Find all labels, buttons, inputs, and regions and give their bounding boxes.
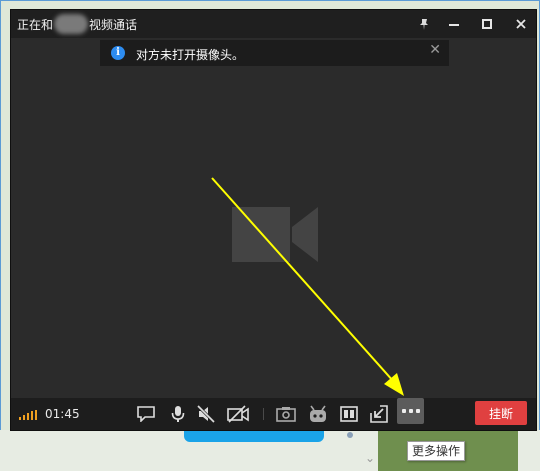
notification-close-button[interactable]: ✕ (429, 42, 441, 58)
chat-icon (137, 406, 155, 422)
signal-strength-icon (19, 410, 39, 420)
pin-button[interactable] (411, 12, 437, 36)
layout-button[interactable] (338, 403, 360, 425)
close-button[interactable] (508, 12, 534, 36)
info-icon: i (111, 46, 125, 60)
background-chevron-icon: ⌄ (365, 451, 376, 465)
call-toolbar: 01:45 挂断 (11, 398, 536, 430)
microphone-icon (171, 406, 185, 422)
toolbar-divider (263, 408, 264, 420)
call-duration: 01:45 (45, 407, 80, 421)
screenshot-icon (276, 407, 296, 422)
more-actions-button[interactable] (397, 398, 424, 424)
close-icon (516, 19, 526, 29)
chat-button[interactable] (135, 403, 157, 425)
more-icon (401, 409, 406, 413)
minimize-to-window-icon (370, 405, 388, 423)
minimize-button[interactable] (441, 12, 467, 36)
background-dot (347, 432, 353, 438)
speaker-mute-button[interactable] (195, 403, 217, 425)
more-actions-tooltip: 更多操作 (407, 441, 466, 461)
camera-toggle-button[interactable] (227, 403, 249, 425)
notification-bar: i 对方未打开摄像头。 ✕ (100, 40, 449, 66)
redacted-contact-name (54, 14, 88, 34)
robot-button[interactable] (307, 403, 329, 425)
speaker-muted-icon (197, 405, 215, 423)
pin-icon (420, 18, 428, 30)
camera-placeholder-icon (232, 207, 318, 262)
minimize-to-window-button[interactable] (368, 403, 390, 425)
video-call-window: 正在和 视频通话 i 对方未打开摄像头。 ✕ 01:45 挂断 (10, 9, 537, 431)
background-blue-button (184, 430, 324, 442)
robot-icon (310, 405, 326, 422)
maximize-icon (482, 19, 492, 29)
minimize-icon (449, 24, 459, 26)
maximize-button[interactable] (474, 12, 500, 36)
camera-off-icon (227, 405, 249, 423)
notification-text: 对方未打开摄像头。 (136, 48, 245, 62)
title-bar[interactable]: 正在和 视频通话 (11, 10, 536, 38)
microphone-button[interactable] (167, 403, 189, 425)
screenshot-button[interactable] (275, 403, 297, 425)
hang-up-button[interactable]: 挂断 (475, 401, 527, 425)
layout-icon (340, 406, 358, 422)
